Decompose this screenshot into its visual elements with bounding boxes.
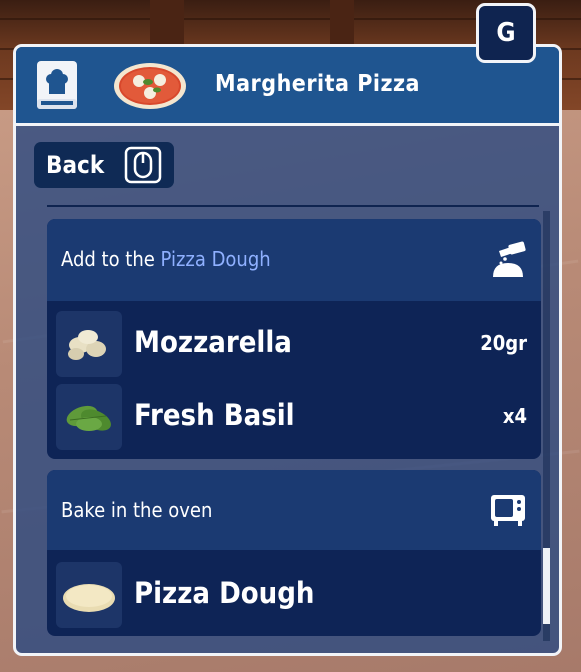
step-header: Bake in the oven — [47, 470, 541, 550]
ingredient-thumbnail — [56, 311, 122, 377]
recipe-step-card: Add to the Pizza Dough Mozzarella 20gr F… — [47, 219, 541, 459]
step-header: Add to the Pizza Dough — [47, 219, 541, 301]
ingredient-name: Mozzarella — [134, 325, 292, 359]
recipe-step-card: Bake in the oven Pizza Dough — [47, 470, 541, 636]
ingredient-row: Pizza Dough — [47, 560, 541, 630]
basil-icon — [66, 405, 111, 431]
ingredient-thumbnail — [56, 562, 122, 628]
ingredient-name: Pizza Dough — [134, 576, 315, 610]
back-button[interactable]: Back — [34, 142, 174, 188]
dough-icon — [63, 584, 115, 612]
pizza-icon — [114, 63, 186, 109]
ingredient-row: Mozzarella 20gr — [47, 309, 541, 379]
ingredient-thumbnail — [56, 384, 122, 450]
step-title: Bake in the oven — [61, 498, 212, 522]
step-title-highlight: Pizza Dough — [160, 247, 271, 271]
ingredient-name: Fresh Basil — [134, 398, 295, 432]
ingredient-quantity: x4 — [502, 404, 527, 428]
pour-ingredient-icon — [493, 241, 526, 277]
keybind-g-hint[interactable]: G — [476, 3, 536, 63]
ingredient-row: Fresh Basil x4 — [47, 382, 541, 452]
ingredient-quantity: 20gr — [480, 331, 527, 355]
step-title: Add to the Pizza Dough — [61, 247, 271, 271]
mouse-icon — [124, 146, 162, 184]
section-divider — [47, 205, 539, 207]
back-button-label: Back — [46, 151, 105, 179]
scrollbar-thumb[interactable] — [543, 548, 550, 624]
recipe-panel: Margherita Pizza Add to the Pizza Dough — [13, 44, 562, 656]
step-title-text: Bake in the oven — [61, 498, 213, 522]
step-title-text: Add to the — [61, 247, 161, 271]
mozzarella-icon — [68, 330, 106, 360]
oven-icon — [491, 495, 525, 526]
recipe-title: Margherita Pizza — [215, 71, 420, 97]
recipe-book-icon[interactable] — [35, 59, 79, 111]
